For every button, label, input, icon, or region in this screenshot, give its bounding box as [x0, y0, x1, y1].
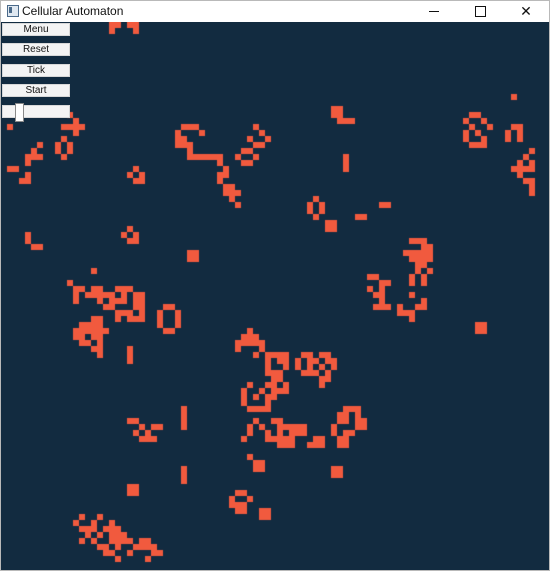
title-bar[interactable]: Cellular Automaton ✕ — [1, 1, 549, 23]
maximize-button[interactable] — [457, 1, 503, 22]
start-button[interactable]: Start — [2, 84, 70, 97]
window-title: Cellular Automaton — [22, 4, 124, 18]
close-icon: ✕ — [520, 3, 532, 20]
app-icon — [7, 5, 19, 17]
close-button[interactable]: ✕ — [503, 1, 549, 22]
maximize-icon — [474, 6, 486, 17]
minimize-icon — [429, 11, 439, 12]
menu-button[interactable]: Menu — [2, 23, 70, 36]
speed-slider[interactable] — [2, 103, 70, 122]
reset-button[interactable]: Reset — [2, 43, 70, 56]
tick-button[interactable]: Tick — [2, 64, 70, 77]
app-window: Cellular Automaton ✕ Menu Reset Tick Sta… — [0, 0, 550, 571]
speed-slider-thumb[interactable] — [15, 103, 24, 122]
automaton-grid[interactable] — [1, 22, 549, 570]
minimize-button[interactable] — [411, 1, 457, 22]
